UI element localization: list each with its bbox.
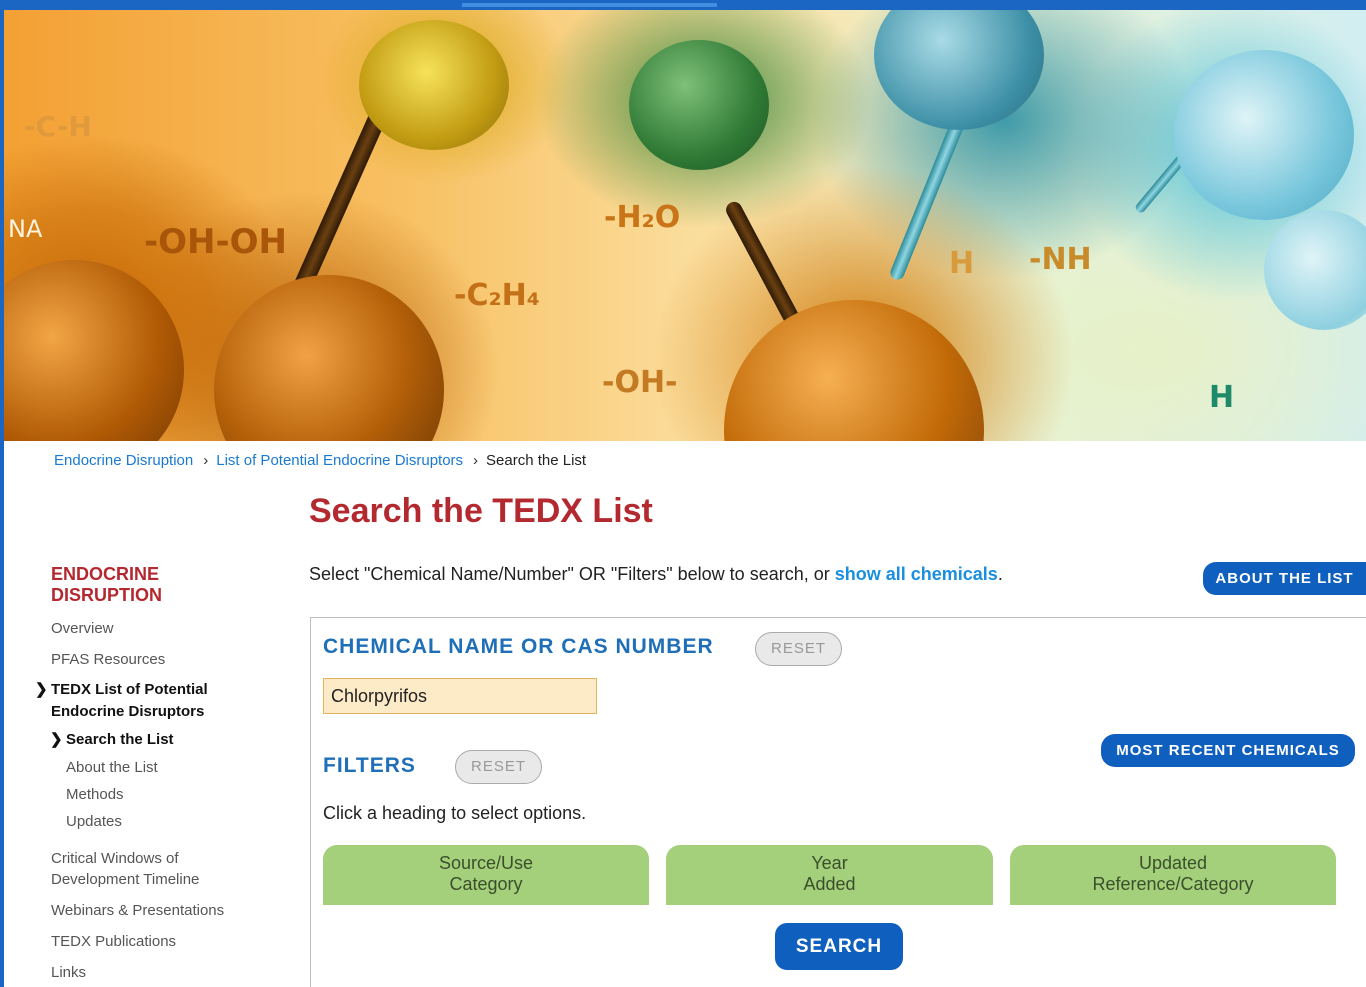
molecule-atom [629, 40, 769, 170]
sidebar-item-label: TEDX List of Potential Endocrine Disrupt… [51, 681, 208, 720]
show-all-chemicals-link[interactable]: show all chemicals [835, 564, 998, 584]
breadcrumb-link-list[interactable]: List of Potential Endocrine Disruptors [216, 452, 463, 469]
molecule-atom [359, 20, 509, 150]
formula-label: H [1209, 380, 1235, 415]
intro-text: Select "Chemical Name/Number" OR "Filter… [309, 564, 1003, 585]
filters-hint: Click a heading to select options. [323, 803, 587, 823]
intro-suffix: . [997, 564, 1003, 584]
sidebar-item-tedx-publications[interactable]: TEDX Publications [51, 931, 176, 952]
sidebar-item-pfas-resources[interactable]: PFAS Resources [51, 649, 165, 670]
formula-label: -OH- [602, 365, 678, 400]
molecule-atom [724, 300, 984, 441]
filter-tab-label: Updated Reference/Category [1092, 853, 1254, 894]
sidebar-item-overview[interactable]: Overview [51, 618, 114, 639]
filter-tab-label: Year Added [803, 853, 856, 894]
chemical-name-heading: CHEMICAL NAME OR CAS NUMBER [323, 635, 714, 658]
filters-heading: FILTERS [323, 754, 416, 777]
formula-label: -C₂H₄ [454, 278, 540, 313]
molecule-atom [4, 260, 184, 441]
sidebar-item-tedx-list[interactable]: ❯ TEDX List of Potential Endocrine Disrup… [35, 679, 271, 723]
about-the-list-button[interactable]: ABOUT THE LIST [1203, 562, 1366, 595]
formula-label: H [949, 246, 975, 281]
top-bar-accent [462, 3, 717, 7]
chevron-right-icon: ❯ [35, 681, 48, 698]
chemical-reset-button[interactable]: RESET [755, 632, 842, 666]
sidebar-item-label: Search the List [66, 731, 174, 748]
top-bar [0, 0, 1366, 10]
breadcrumb-current: Search the List [486, 452, 587, 469]
search-button[interactable]: SEARCH [775, 923, 903, 970]
chemical-search-input[interactable] [323, 678, 597, 714]
filter-tab-label: Source/Use Category [438, 853, 534, 894]
filters-reset-button[interactable]: RESET [455, 750, 542, 784]
molecule-atom [1174, 50, 1354, 220]
sidebar-heading[interactable]: ENDOCRINE DISRUPTION [51, 564, 211, 606]
chevron-right-icon: › [473, 452, 479, 469]
breadcrumb-link-endocrine-disruption[interactable]: Endocrine Disruption [54, 452, 193, 469]
sidebar-item-search-the-list[interactable]: ❯ Search the List [50, 729, 174, 750]
sidebar-item-about-the-list[interactable]: About the List [66, 757, 158, 778]
sidebar-item-critical-windows[interactable]: Critical Windows of Development Timeline [51, 848, 251, 890]
formula-label: -NH [1029, 242, 1092, 277]
sidebar-item-updates[interactable]: Updates [66, 811, 122, 832]
sidebar-item-webinars[interactable]: Webinars & Presentations [51, 900, 224, 921]
hero-banner: -OH-OH -H₂O -C₂H₄ -OH- H -NH NA H -C-H [4, 10, 1366, 441]
breadcrumb: Endocrine Disruption › List of Potential E… [54, 452, 586, 469]
molecule-atom [214, 275, 444, 441]
chevron-right-icon: ❯ [50, 731, 63, 748]
filter-tab-updated-reference[interactable]: Updated Reference/Category [1010, 845, 1336, 905]
formula-label: -OH-OH [144, 222, 287, 262]
sidebar-item-methods[interactable]: Methods [66, 784, 124, 805]
formula-label: -H₂O [604, 200, 681, 235]
intro-prefix: Select "Chemical Name/Number" OR "Filter… [309, 564, 835, 584]
chevron-right-icon: › [203, 452, 209, 469]
most-recent-chemicals-button[interactable]: MOST RECENT CHEMICALS [1101, 734, 1355, 767]
filter-tab-year-added[interactable]: Year Added [666, 845, 993, 905]
page-title: Search the TEDX List [309, 492, 653, 530]
filter-tab-source-use-category[interactable]: Source/Use Category [323, 845, 649, 905]
molecule-atom [1264, 210, 1366, 330]
sidebar-item-links[interactable]: Links [51, 962, 86, 983]
molecule-atom [874, 10, 1044, 130]
formula-label: -C-H [24, 110, 92, 143]
formula-label: NA [8, 215, 43, 243]
